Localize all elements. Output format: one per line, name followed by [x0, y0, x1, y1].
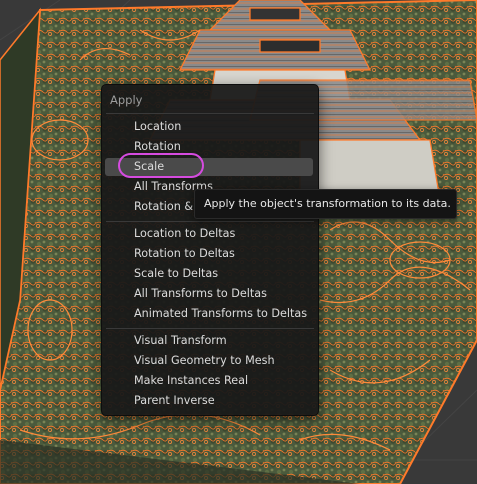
menu-item-label: Visual Transform [134, 334, 227, 347]
menu-item-make-instances-real[interactable]: Make Instances Real [105, 372, 313, 390]
menu-item-location[interactable]: Location [105, 118, 313, 136]
menu-item-label: Animated Transforms to Deltas [134, 307, 308, 320]
menu-item-scale-to-deltas[interactable]: Scale to Deltas [105, 265, 313, 283]
menu-item-visual-transform[interactable]: Visual Transform [105, 332, 313, 350]
menu-item-all-transforms-to-deltas[interactable]: All Transforms to Deltas [105, 285, 313, 303]
menu-item-label: Scale to Deltas [134, 267, 219, 280]
menu-item-label: Parent Inverse [134, 394, 215, 407]
menu-item-label: Location to Deltas [134, 227, 236, 240]
apply-menu: Apply Location Rotation Scale All Transf… [101, 84, 319, 416]
menu-item-label: Rotation [134, 140, 181, 153]
menu-item-label: Visual Geometry to Mesh [134, 354, 275, 367]
menu-title-divider [106, 113, 314, 114]
menu-item-visual-geometry-to-mesh[interactable]: Visual Geometry to Mesh [105, 352, 313, 370]
menu-item-animated-transforms-to-deltas[interactable]: Animated Transforms to Deltas [105, 305, 313, 323]
menu-item-label: Rotation & [134, 200, 194, 213]
scale-highlight-ring [118, 153, 204, 178]
menu-divider [106, 221, 314, 222]
tooltip: Apply the object's transformation to its… [194, 189, 457, 219]
menu-item-parent-inverse[interactable]: Parent Inverse [105, 392, 313, 410]
menu-item-rotation-to-deltas[interactable]: Rotation to Deltas [105, 245, 313, 263]
menu-item-location-to-deltas[interactable]: Location to Deltas [105, 225, 313, 243]
menu-item-label: Location [134, 120, 182, 133]
tooltip-text: Apply the object's transformation to its… [204, 197, 451, 210]
menu-item-label: Make Instances Real [134, 374, 249, 387]
menu-divider [106, 328, 314, 329]
menu-item-label: Rotation to Deltas [134, 247, 235, 260]
menu-title: Apply [110, 93, 143, 107]
menu-item-label: All Transforms to Deltas [134, 287, 267, 300]
